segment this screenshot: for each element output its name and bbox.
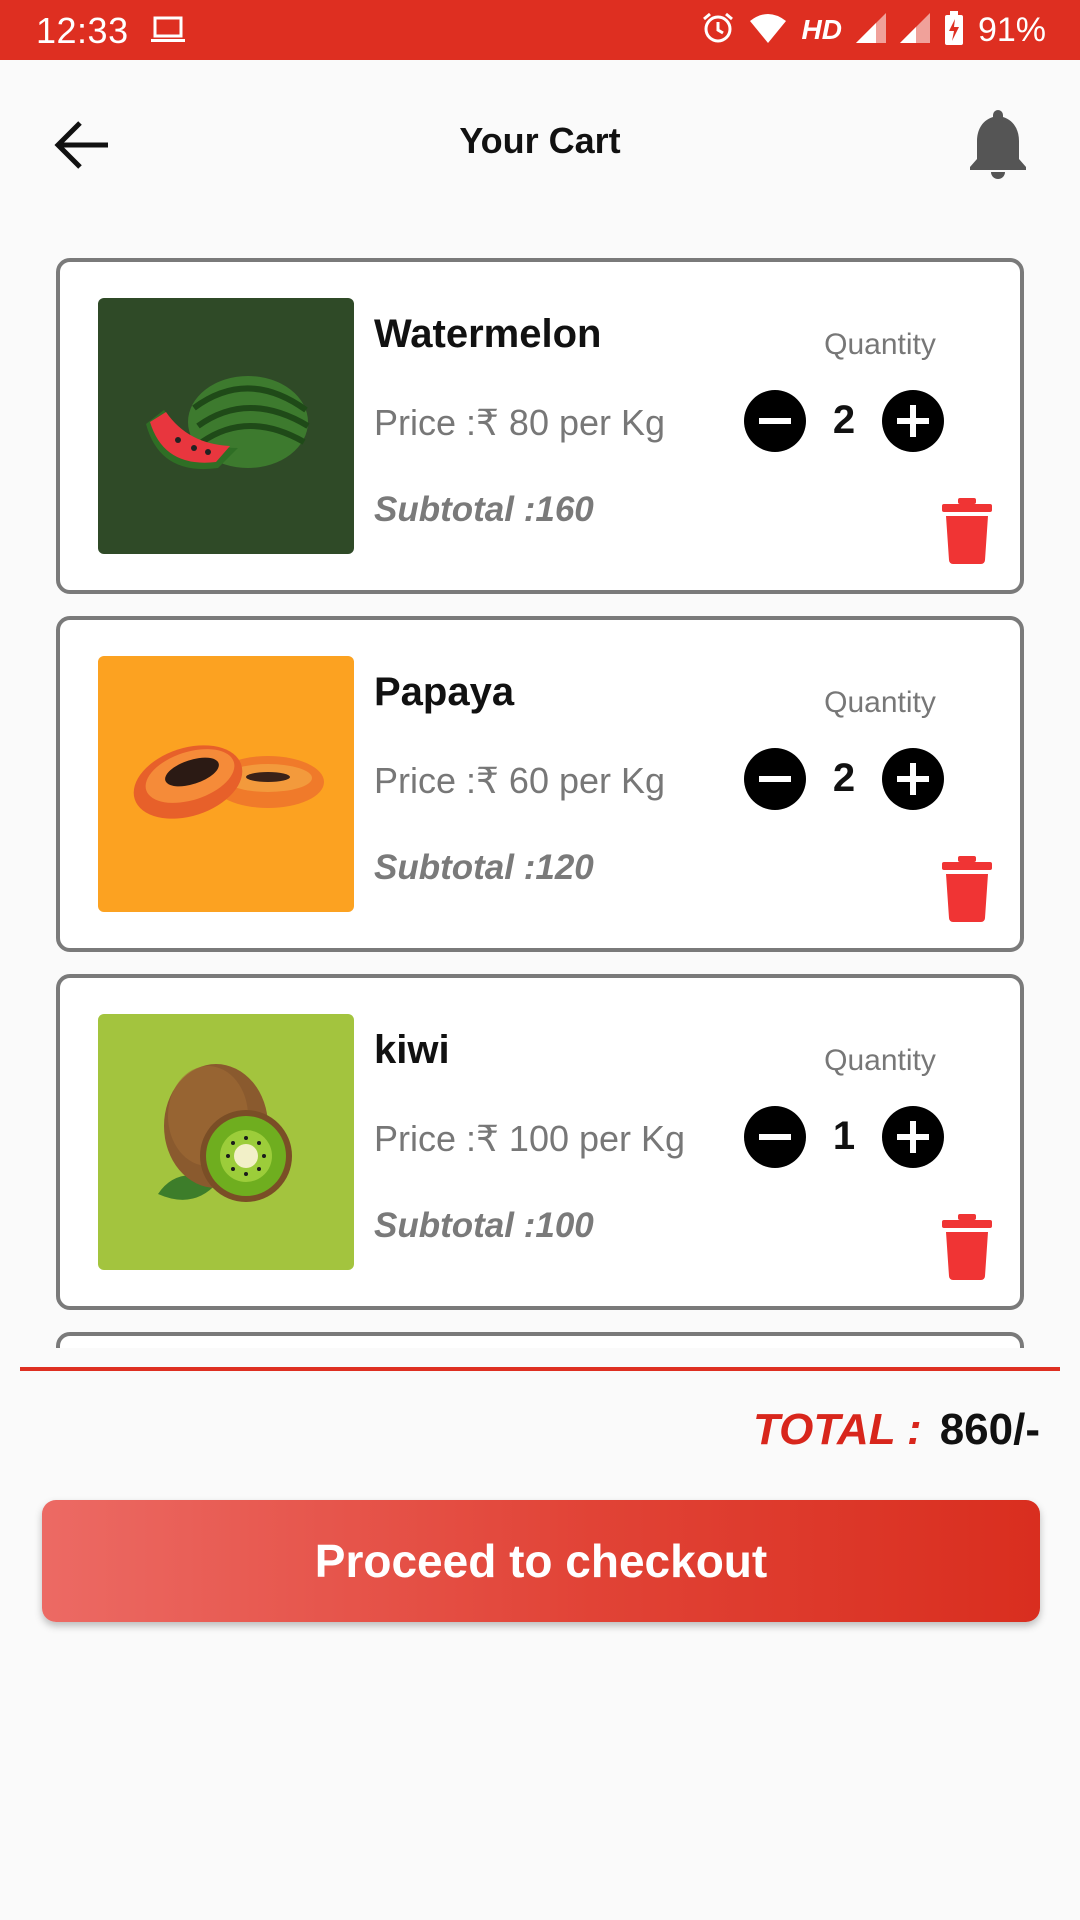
product-image — [98, 1014, 354, 1270]
battery-charging-icon — [944, 10, 964, 50]
increase-quantity-button[interactable] — [882, 390, 944, 452]
status-icons: HD 91% — [701, 8, 1046, 52]
product-subtotal: Subtotal :120 — [374, 848, 594, 887]
divider — [20, 1367, 1060, 1371]
signal-icon — [855, 12, 886, 48]
quantity-label: Quantity — [824, 328, 936, 361]
cart-item-card: kiwi Price :₹ 100 per Kg Subtotal :100 Q… — [56, 974, 1024, 1310]
delete-item-button[interactable] — [940, 498, 994, 564]
notifications-button[interactable] — [966, 106, 1030, 182]
proceed-to-checkout-button[interactable]: Proceed to checkout — [42, 1500, 1040, 1622]
minus-icon — [759, 1134, 791, 1140]
plus-icon — [897, 763, 929, 795]
cart-item-card: Papaya Price :₹ 60 per Kg Subtotal :120 … — [56, 616, 1024, 952]
quantity-value: 1 — [832, 1114, 856, 1158]
minus-icon — [759, 418, 791, 424]
watermelon-image — [146, 376, 310, 470]
product-name: kiwi — [374, 1028, 450, 1072]
cart-screen: 12:33 HD 91% Your Cart Watermelon Price … — [0, 0, 1080, 1920]
increase-quantity-button[interactable] — [882, 748, 944, 810]
decrease-quantity-button[interactable] — [744, 390, 806, 452]
page-title: Your Cart — [459, 120, 621, 161]
product-image — [98, 656, 354, 912]
cart-item-card: Watermelon Price :₹ 80 per Kg Subtotal :… — [56, 258, 1024, 594]
plus-icon — [897, 1121, 929, 1153]
product-subtotal: Subtotal :160 — [374, 490, 594, 529]
total-value: 860/- — [939, 1405, 1040, 1454]
cart-list[interactable]: Watermelon Price :₹ 80 per Kg Subtotal :… — [56, 258, 1026, 1348]
trash-icon — [942, 856, 992, 922]
trash-icon — [942, 498, 992, 564]
product-price: Price :₹ 60 per Kg — [374, 760, 666, 801]
network-type-label: HD — [801, 14, 842, 45]
delete-item-button[interactable] — [940, 856, 994, 922]
app-bar: Your Cart — [0, 60, 1080, 225]
papaya-image — [133, 745, 324, 819]
kiwi-image — [158, 1064, 292, 1202]
wifi-icon — [749, 13, 787, 48]
status-bar: 12:33 HD 91% — [0, 0, 1080, 60]
quantity-value: 2 — [832, 756, 856, 800]
product-name: Papaya — [374, 670, 515, 714]
product-price: Price :₹ 80 per Kg — [374, 402, 666, 443]
battery-percent: 91% — [977, 10, 1046, 49]
status-time: 12:33 — [36, 10, 129, 51]
quantity-stepper: 2 — [744, 390, 944, 454]
minus-icon — [759, 776, 791, 782]
quantity-label: Quantity — [824, 1044, 936, 1077]
alarm-icon — [701, 11, 735, 50]
product-name: Watermelon — [374, 312, 602, 356]
quantity-value: 2 — [832, 398, 856, 442]
cart-item-card-partial — [56, 1332, 1024, 1348]
decrease-quantity-button[interactable] — [744, 1106, 806, 1168]
bell-icon — [970, 110, 1026, 179]
order-total: TOTAL : 860/- — [753, 1405, 1040, 1455]
quantity-stepper: 1 — [744, 1106, 944, 1170]
product-subtotal: Subtotal :100 — [374, 1206, 594, 1245]
signal-icon — [899, 12, 930, 48]
quantity-label: Quantity — [824, 686, 936, 719]
laptop-icon — [150, 15, 186, 50]
trash-icon — [942, 1214, 992, 1280]
plus-icon — [897, 405, 929, 437]
increase-quantity-button[interactable] — [882, 1106, 944, 1168]
total-label: TOTAL : — [753, 1405, 922, 1454]
product-price: Price :₹ 100 per Kg — [374, 1118, 686, 1159]
delete-item-button[interactable] — [940, 1214, 994, 1280]
decrease-quantity-button[interactable] — [744, 748, 806, 810]
quantity-stepper: 2 — [744, 748, 944, 812]
product-image — [98, 298, 354, 554]
